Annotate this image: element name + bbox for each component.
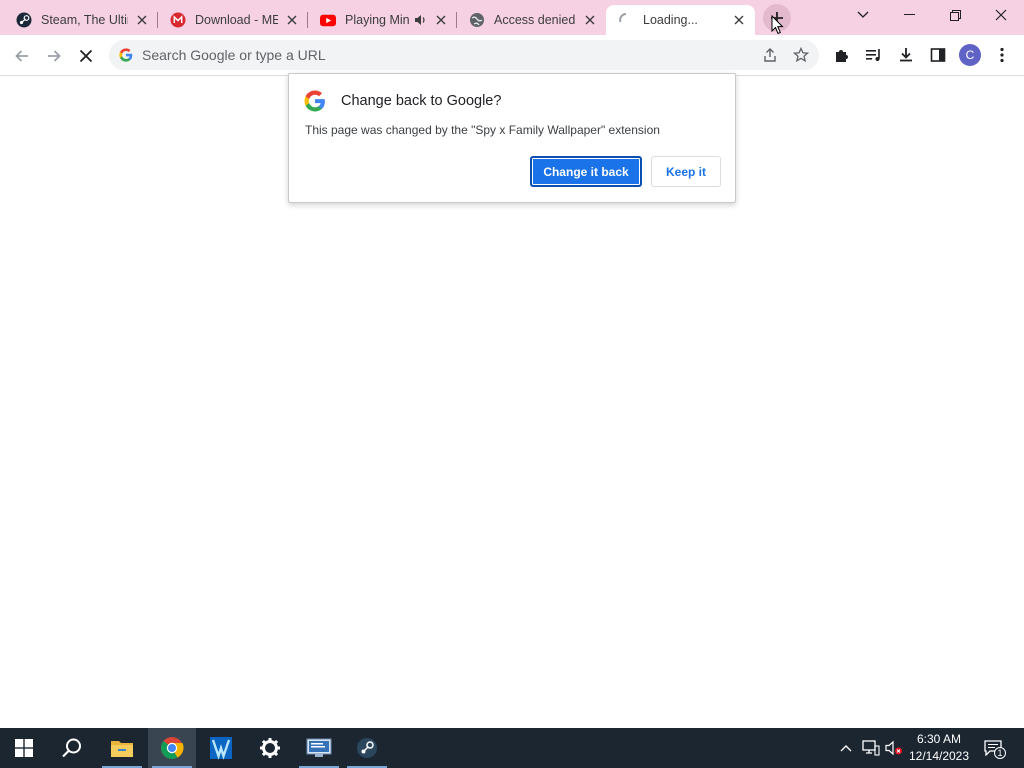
media-control-icon[interactable] (863, 44, 885, 66)
minimize-button[interactable] (886, 0, 932, 30)
back-button[interactable] (8, 42, 36, 70)
close-window-button[interactable] (978, 0, 1024, 30)
address-bar-placeholder: Search Google or type a URL (142, 47, 326, 63)
tab-title: Access denied | (494, 13, 576, 27)
star-icon[interactable] (792, 46, 810, 64)
minimize-icon (903, 14, 915, 15)
browser-toolbar: Search Google or type a URL C (0, 35, 1024, 76)
taskbar-search-button[interactable] (48, 728, 96, 768)
spinner-icon (618, 12, 634, 28)
stop-loading-button[interactable] (72, 42, 100, 70)
tab-mega[interactable]: Download - MEG (158, 5, 308, 35)
tab-access-denied[interactable]: Access denied | (457, 5, 606, 35)
network-app-icon (306, 738, 332, 757)
close-icon[interactable] (731, 12, 747, 28)
speaker-icon[interactable] (413, 13, 427, 27)
tab-loading[interactable]: Loading... (606, 5, 755, 35)
keep-it-button[interactable]: Keep it (651, 156, 721, 187)
tab-strip: Steam, The Ultim Download - MEG Playing … (0, 0, 1024, 35)
mega-icon (170, 12, 186, 28)
share-icon[interactable] (761, 46, 779, 64)
close-icon[interactable] (284, 12, 300, 28)
taskbar-chrome[interactable] (148, 728, 196, 768)
arrow-left-icon (15, 50, 28, 62)
kebab-menu-icon[interactable] (991, 44, 1013, 66)
network-tray-button[interactable] (860, 728, 882, 768)
tab-title: Loading... (643, 13, 698, 27)
dialog-message: This page was changed by the "Spy x Fami… (305, 123, 660, 137)
restore-button[interactable] (932, 0, 978, 30)
speaker-muted-icon (885, 740, 902, 756)
extensions-icon[interactable] (831, 44, 853, 66)
close-icon (79, 49, 93, 63)
file-explorer-icon (111, 741, 133, 757)
dialog-title: Change back to Google? (341, 93, 502, 109)
search-icon (62, 738, 81, 758)
windows-taskbar: 6:30 AM 12/14/2023 1 (0, 728, 1024, 768)
clock-date: 12/14/2023 (908, 749, 970, 763)
chevron-down-icon (857, 11, 869, 18)
tab-steam[interactable]: Steam, The Ultim (4, 5, 158, 35)
close-icon[interactable] (134, 12, 150, 28)
chevron-up-icon (840, 745, 852, 752)
taskbar-steam[interactable] (343, 728, 391, 768)
notification-count-badge: 1 (994, 747, 1006, 759)
tab-search-button[interactable] (840, 0, 886, 30)
youtube-icon (320, 12, 336, 28)
mouse-cursor-icon (771, 15, 784, 35)
start-icon (15, 739, 33, 757)
close-icon[interactable] (582, 12, 598, 28)
close-icon[interactable] (433, 12, 449, 28)
download-icon[interactable] (895, 44, 917, 66)
extension-change-dialog: Change back to Google? This page was cha… (288, 73, 736, 203)
tab-youtube[interactable]: Playing Min (308, 5, 457, 35)
app-icon (210, 737, 232, 760)
side-panel-icon[interactable] (927, 44, 949, 66)
chrome-icon (161, 737, 184, 759)
close-icon (995, 9, 1007, 21)
restore-icon (949, 9, 961, 21)
forward-button[interactable] (40, 42, 68, 70)
address-bar[interactable]: Search Google or type a URL (109, 40, 819, 70)
taskbar-file-explorer[interactable] (98, 728, 146, 768)
google-icon (119, 48, 133, 62)
taskbar-clock[interactable]: 6:30 AM 12/14/2023 (902, 731, 976, 765)
change-it-back-button[interactable]: Change it back (530, 156, 642, 187)
steam-icon (357, 738, 377, 758)
arrow-right-icon (48, 50, 61, 62)
show-hidden-icons-button[interactable] (836, 728, 856, 768)
tab-title: Download - MEG (195, 13, 278, 27)
steam-icon (16, 12, 32, 28)
globe-icon (469, 12, 485, 28)
taskbar-network-app[interactable] (295, 728, 343, 768)
start-button[interactable] (0, 728, 48, 768)
google-icon (304, 90, 325, 112)
clock-time: 6:30 AM (916, 732, 962, 746)
network-icon (862, 740, 880, 756)
taskbar-app[interactable] (197, 728, 245, 768)
settings-icon (260, 738, 280, 758)
profile-avatar[interactable]: C (959, 44, 981, 66)
taskbar-settings[interactable] (246, 728, 294, 768)
tab-title: Playing Min (345, 13, 409, 27)
tab-title: Steam, The Ultim (41, 13, 128, 27)
